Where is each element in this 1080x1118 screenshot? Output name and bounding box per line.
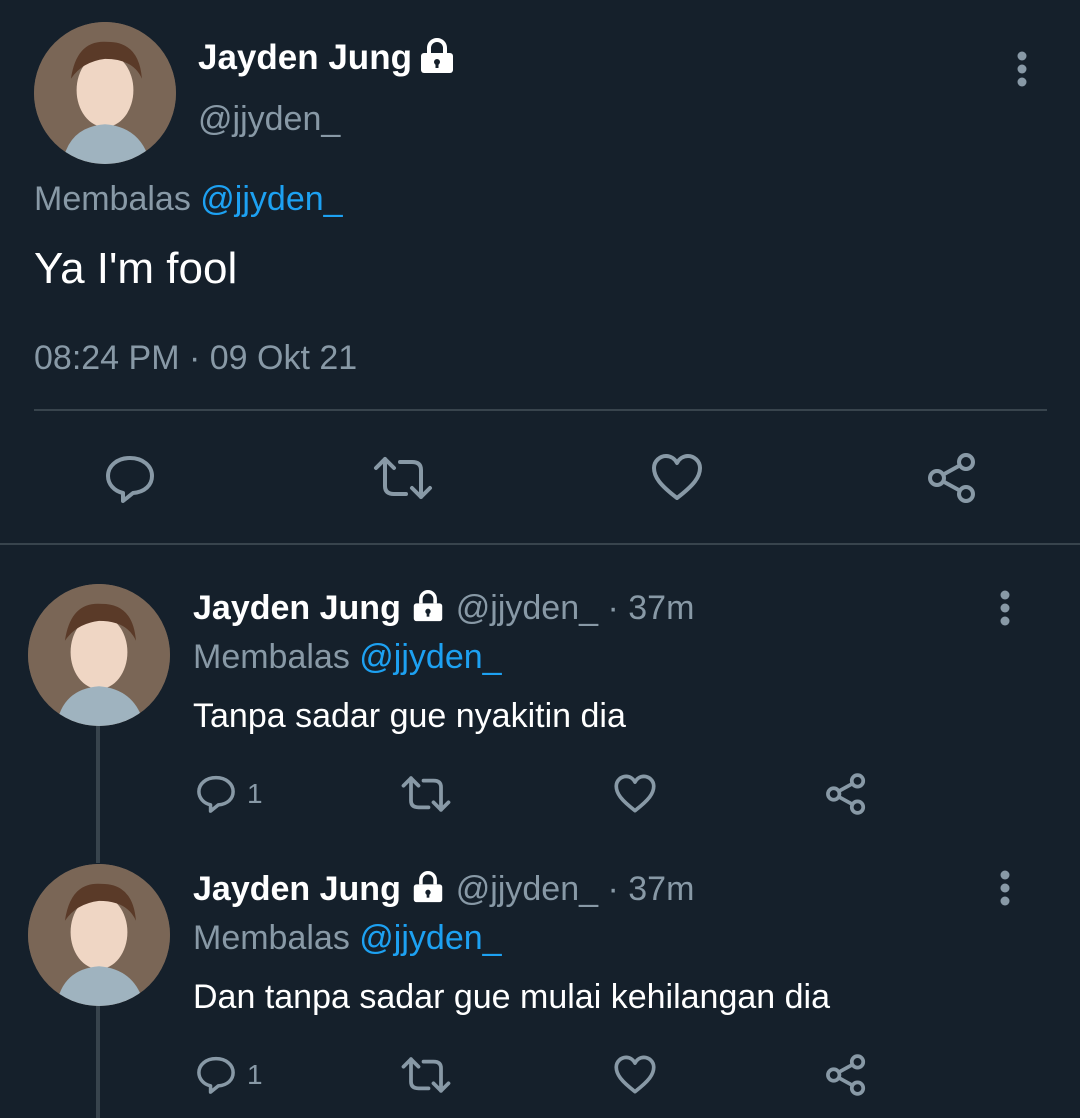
- reply-display-name[interactable]: Jayden Jung: [193, 870, 401, 908]
- retweet-icon[interactable]: [372, 454, 434, 502]
- reply-to-link[interactable]: @jjyden_: [359, 919, 501, 957]
- main-avatar[interactable]: [34, 22, 176, 164]
- reply-context: Membalas @jjyden_: [193, 919, 502, 958]
- reply-text: Dan tanpa sadar gue mulai kehilangan dia: [193, 978, 831, 1016]
- reply-text: Tanpa sadar gue nyakitin dia: [193, 697, 626, 735]
- more-icon[interactable]: [993, 869, 1017, 909]
- reply-to-link[interactable]: @jjyden_: [359, 638, 501, 676]
- reply-avatar[interactable]: [28, 864, 170, 1006]
- main-display-name[interactable]: Jayden Jung: [198, 38, 412, 78]
- like-icon[interactable]: [613, 773, 657, 814]
- reply-handle[interactable]: @jjyden_: [456, 870, 598, 908]
- main-handle[interactable]: @jjyden_: [198, 100, 340, 139]
- lock-icon: [410, 590, 446, 622]
- main-timestamp[interactable]: 08:24 PM · 09 Okt 21: [34, 339, 357, 378]
- reply-prefix: Membalas: [34, 180, 191, 218]
- more-icon[interactable]: [993, 589, 1017, 629]
- main-reply-context: Membalas @jjyden_: [34, 180, 343, 219]
- reply-context: Membalas @jjyden_: [193, 638, 502, 677]
- main-divider: [34, 409, 1047, 411]
- retweet-icon[interactable]: [400, 774, 452, 814]
- share-icon[interactable]: [924, 450, 980, 506]
- main-tweet-text: Ya I'm fool: [34, 244, 238, 293]
- reply-prefix: Membalas: [193, 919, 350, 957]
- tweet-time: 08:24 PM: [34, 339, 180, 377]
- separator: ·: [188, 339, 201, 377]
- like-icon[interactable]: [650, 452, 704, 502]
- reply-avatar[interactable]: [28, 584, 170, 726]
- retweet-icon[interactable]: [400, 1055, 452, 1095]
- reply-handle[interactable]: @jjyden_: [456, 589, 598, 627]
- share-icon[interactable]: [823, 1052, 869, 1098]
- reply-header: Jayden Jung @jjyden_ · 37m: [193, 589, 694, 628]
- thread-line: [96, 1005, 100, 1118]
- thread-line: [96, 725, 100, 863]
- share-icon[interactable]: [823, 771, 869, 817]
- reply-icon[interactable]: [103, 452, 157, 506]
- reply-prefix: Membalas: [193, 638, 350, 676]
- lock-icon: [418, 38, 456, 74]
- reply-button[interactable]: 1: [195, 1053, 263, 1097]
- reply-to-link[interactable]: @jjyden_: [200, 180, 342, 218]
- lock-icon: [410, 871, 446, 903]
- more-icon[interactable]: [1010, 50, 1034, 90]
- reply-icon: [195, 1054, 237, 1096]
- reply-count: 1: [247, 778, 263, 809]
- reply-display-name[interactable]: Jayden Jung: [193, 589, 401, 627]
- reply-count: 1: [247, 1059, 263, 1090]
- like-icon[interactable]: [613, 1054, 657, 1095]
- reply-button[interactable]: 1: [195, 772, 263, 816]
- reply-age[interactable]: 37m: [628, 870, 694, 908]
- reply-icon: [195, 773, 237, 815]
- section-divider: [0, 543, 1080, 545]
- tweet-date: 09 Okt 21: [209, 339, 358, 377]
- separator: ·: [607, 870, 619, 908]
- reply-header: Jayden Jung @jjyden_ · 37m: [193, 870, 694, 909]
- separator: ·: [607, 589, 619, 627]
- reply-age[interactable]: 37m: [628, 589, 694, 627]
